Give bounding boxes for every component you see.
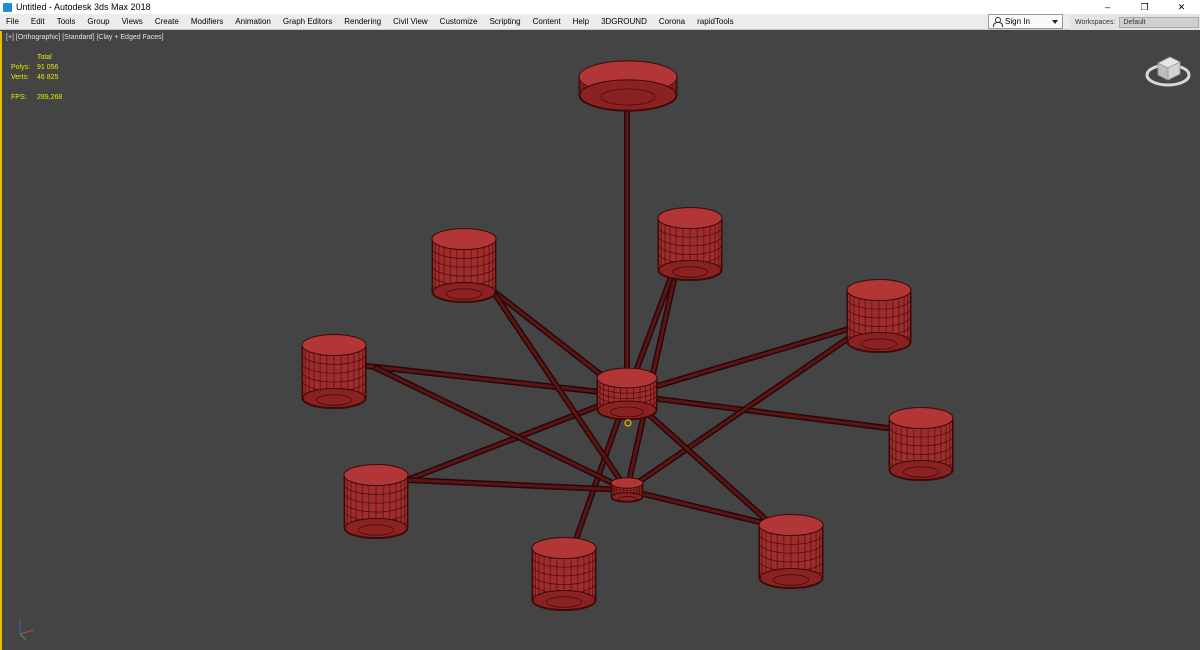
menu-customize[interactable]: Customize (434, 14, 484, 30)
menu-scripting[interactable]: Scripting (483, 14, 526, 30)
fps-label: FPS: (11, 94, 27, 101)
stats-header: Total (37, 54, 52, 61)
ceiling-canopy[interactable] (578, 60, 678, 112)
menu-rendering[interactable]: Rendering (338, 14, 387, 30)
menu-animation[interactable]: Animation (229, 14, 277, 30)
pivot-marker[interactable] (624, 419, 632, 427)
lamp-shade-4[interactable] (301, 333, 367, 410)
close-button[interactable]: ✕ (1163, 0, 1200, 14)
polys-value: 91 056 (37, 64, 59, 71)
verts-value: 46 825 (37, 74, 59, 81)
viewport-label[interactable]: [+] [Orthographic] [Standard] [Clay + Ed… (6, 34, 164, 41)
lamp-shade-2[interactable] (657, 206, 723, 282)
menu-views[interactable]: Views (116, 14, 149, 30)
lower-hub[interactable] (610, 477, 644, 503)
sign-in-label: Sign In (1005, 17, 1030, 26)
menu-modifiers[interactable]: Modifiers (185, 14, 229, 30)
menu-edit[interactable]: Edit (25, 14, 51, 30)
menu-3dground[interactable]: 3DGROUND (595, 14, 653, 30)
chevron-down-icon (1052, 20, 1058, 24)
menu-help[interactable]: Help (567, 14, 595, 30)
lamp-shade-3[interactable] (846, 278, 912, 354)
workspaces-select[interactable]: Default (1119, 16, 1200, 28)
menu-group[interactable]: Group (81, 14, 115, 30)
viewport-perspective[interactable]: [+] [Orthographic] [Standard] [Clay + Ed… (0, 31, 1200, 650)
sign-in-dropdown[interactable]: Sign In (988, 14, 1063, 29)
central-hub[interactable] (596, 367, 658, 421)
user-icon (993, 17, 1003, 27)
workspaces-selector: Workspaces: Default (1070, 14, 1200, 30)
menu-file[interactable]: File (0, 14, 25, 30)
menu-graph-editors[interactable]: Graph Editors (277, 14, 338, 30)
scene-canvas[interactable] (2, 31, 1200, 650)
app-icon (3, 2, 12, 12)
lamp-shade-7[interactable] (758, 513, 824, 590)
polys-label: Polys: (11, 64, 31, 71)
lamp-shade-8[interactable] (531, 536, 597, 612)
minimize-button[interactable]: – (1089, 0, 1126, 14)
lamp-shade-6[interactable] (343, 463, 409, 540)
menu-rapidtools[interactable]: rapidTools (691, 14, 739, 30)
menu-create[interactable]: Create (149, 14, 185, 30)
menu-content[interactable]: Content (527, 14, 567, 30)
menu-corona[interactable]: Corona (653, 14, 691, 30)
lamp-shade-5[interactable] (888, 406, 954, 482)
viewcube-icon[interactable] (1144, 49, 1192, 89)
restore-button[interactable]: ❐ (1126, 0, 1163, 14)
lamp-shade-1[interactable] (431, 227, 497, 304)
viewport-statistics: Total Polys: 91 056 Verts: 46 825 FPS: 289,… (11, 53, 62, 103)
title-bar: Untitled - Autodesk 3ds Max 2018 – ❐ ✕ (0, 0, 1200, 14)
menu-civil-view[interactable]: Civil View (387, 14, 434, 30)
axis-tripod-icon (19, 620, 35, 641)
fps-value: 289,268 (37, 94, 63, 101)
workspaces-label: Workspaces: (1075, 18, 1116, 26)
menu-tools[interactable]: Tools (51, 14, 82, 30)
window-controls: – ❐ ✕ (1089, 0, 1200, 14)
verts-label: Verts: (11, 74, 29, 81)
window-title: Untitled - Autodesk 3ds Max 2018 (16, 2, 151, 12)
